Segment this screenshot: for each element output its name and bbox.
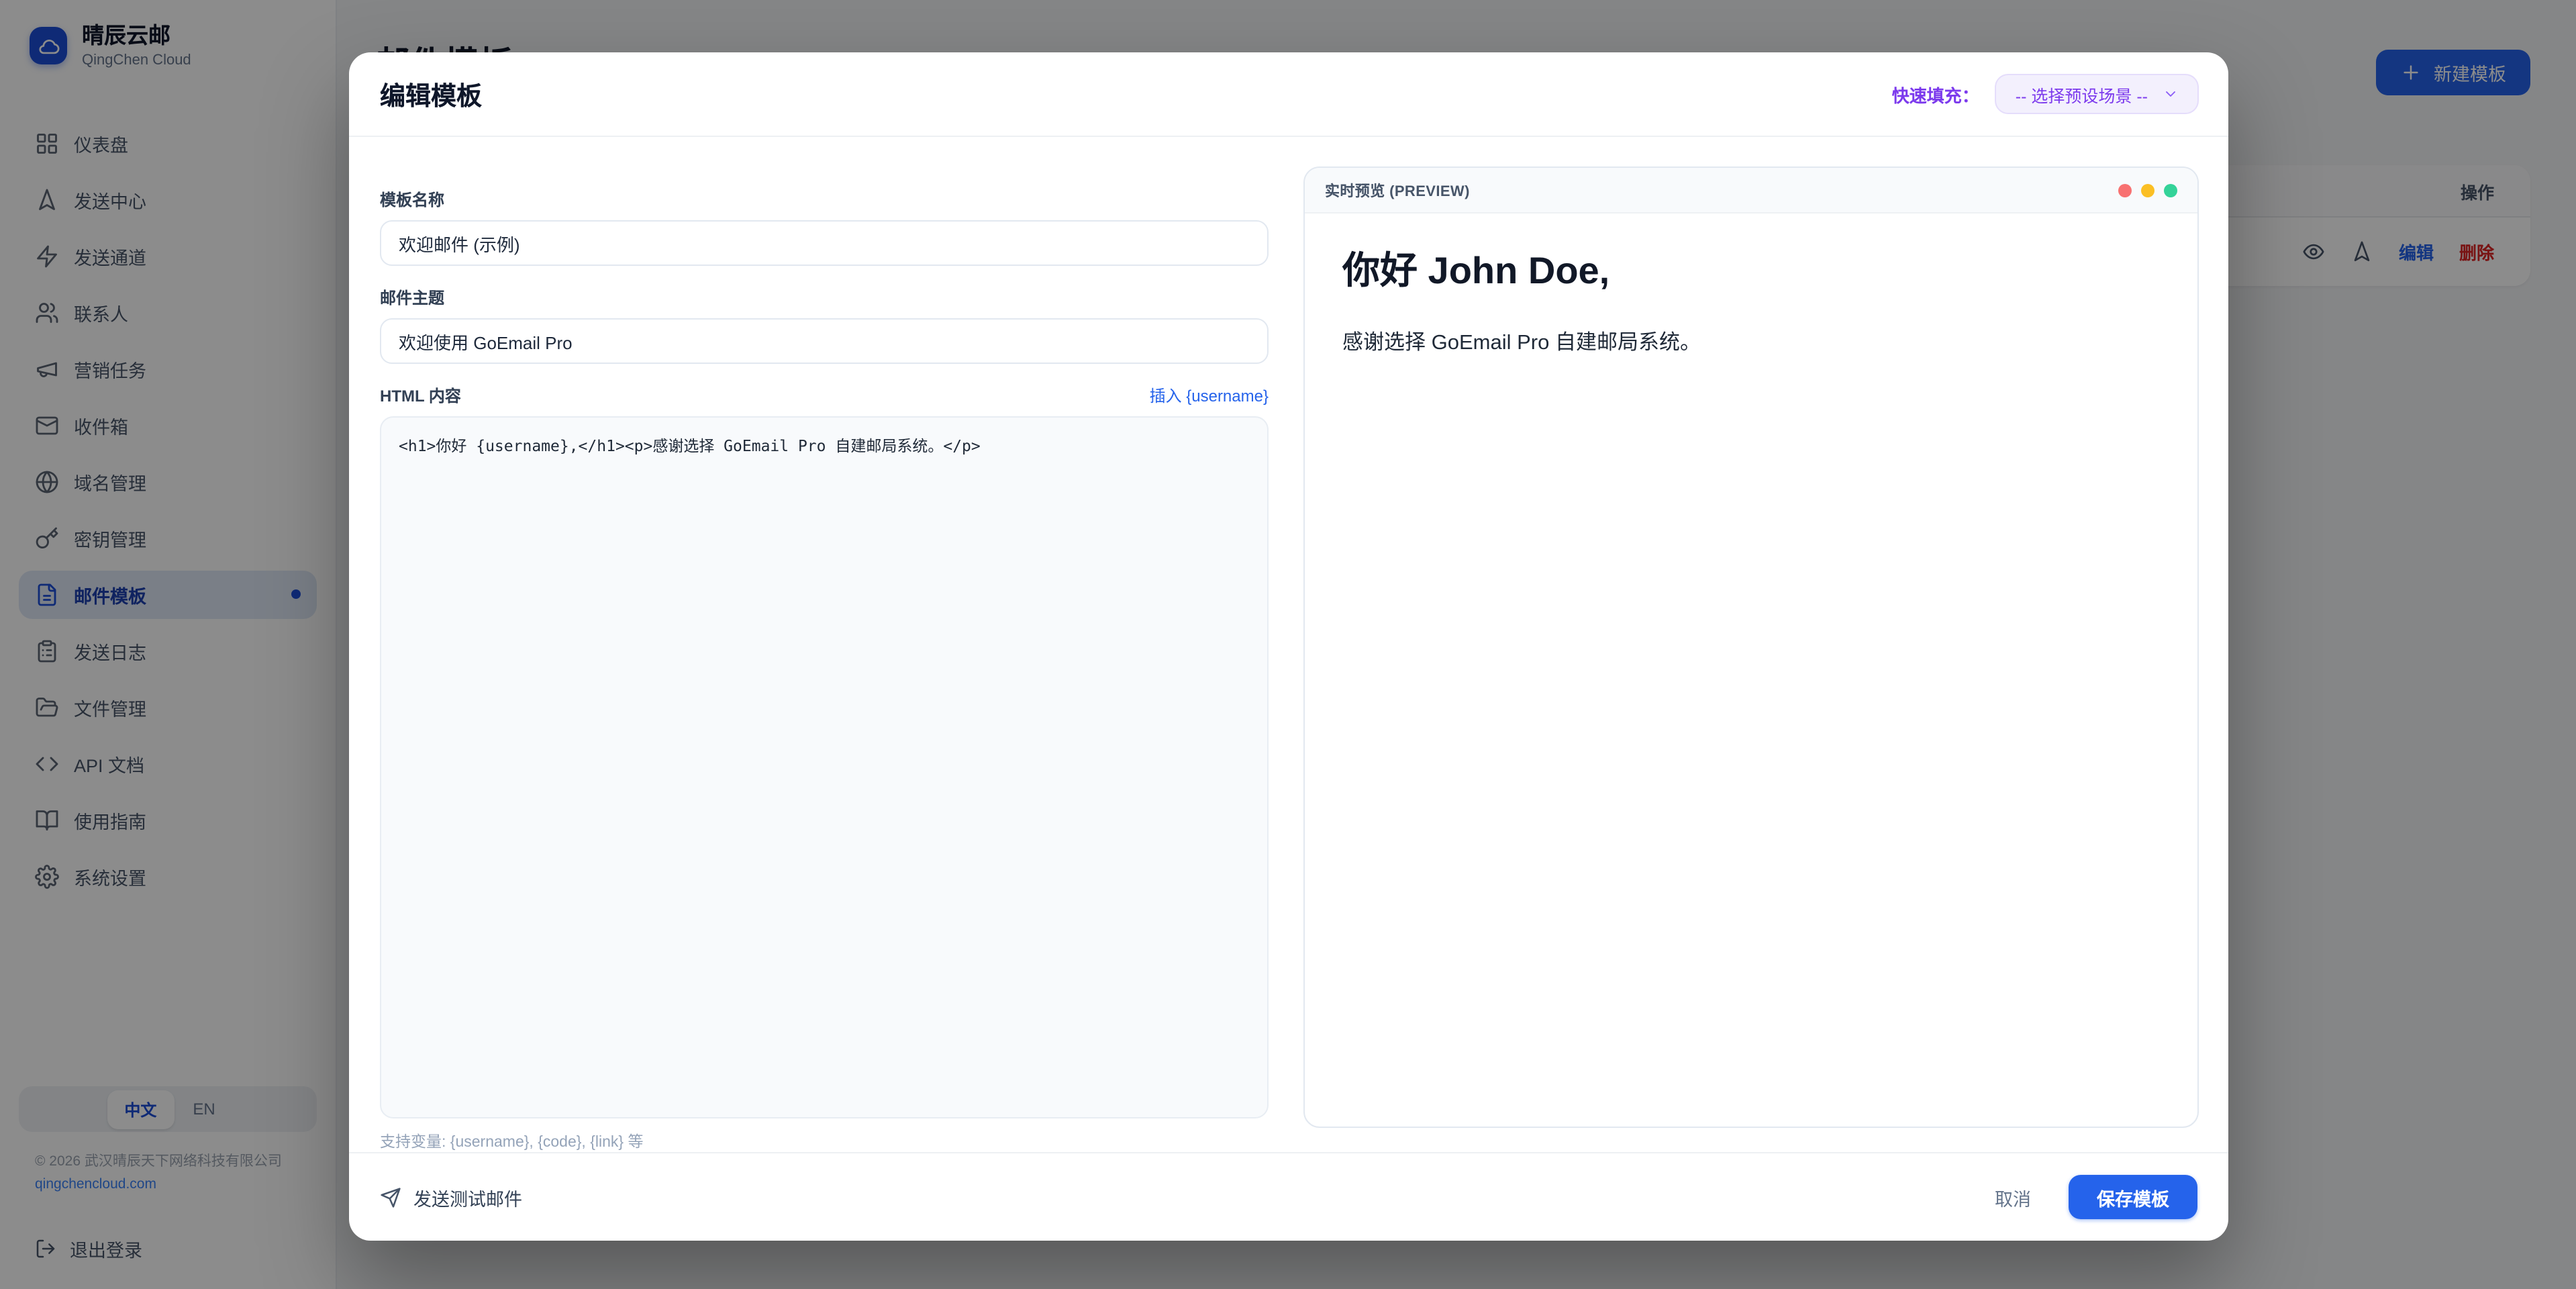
yellow-dot-icon — [2141, 183, 2154, 197]
cancel-button[interactable]: 取消 — [1995, 1184, 2031, 1210]
preview-body: 你好 John Doe, 感谢选择 GoEmail Pro 自建邮局系统。 — [1305, 213, 2197, 389]
html-content-row: HTML 内容 插入 {username} — [380, 384, 1269, 407]
modal-body: 模板名称 邮件主题 HTML 内容 插入 {username} <h1>你好 {… — [349, 137, 2228, 1152]
quick-fill-group: 快速填充： -- 选择预设场景 -- — [1892, 74, 2199, 114]
modal-title: 编辑模板 — [380, 76, 482, 112]
traffic-lights — [2118, 183, 2177, 197]
preview-column: 实时预览 (PREVIEW) 你好 John Doe, 感谢选择 GoEmail… — [1303, 166, 2199, 1152]
footer-actions: 取消 保存模板 — [1995, 1175, 2197, 1219]
send-test-label: 发送测试邮件 — [413, 1184, 522, 1210]
preview-paragraph: 感谢选择 GoEmail Pro 自建邮局系统。 — [1342, 326, 2160, 356]
template-name-label: 模板名称 — [380, 188, 1269, 211]
chevron-down-icon — [2163, 86, 2179, 102]
template-form: 模板名称 邮件主题 HTML 内容 插入 {username} <h1>你好 {… — [380, 166, 1269, 1152]
app-root: 晴辰云邮 QingChen Cloud 仪表盘 发送中心 发送通道 联系人 — [0, 0, 2576, 1289]
red-dot-icon — [2118, 183, 2132, 197]
edit-template-modal: 编辑模板 快速填充： -- 选择预设场景 -- 模板名称 邮件主题 — [349, 52, 2228, 1241]
preview-header-label: 实时预览 (PREVIEW) — [1325, 179, 1470, 201]
modal-header: 编辑模板 快速填充： -- 选择预设场景 -- — [349, 52, 2228, 137]
template-name-input[interactable] — [380, 220, 1269, 266]
quick-fill-label: 快速填充： — [1892, 81, 1979, 107]
send-test-button[interactable]: 发送测试邮件 — [380, 1184, 522, 1210]
subject-input[interactable] — [380, 318, 1269, 364]
preview-header: 实时预览 (PREVIEW) — [1305, 168, 2197, 213]
preview-heading: 你好 John Doe, — [1342, 247, 2160, 294]
preview-panel: 实时预览 (PREVIEW) 你好 John Doe, 感谢选择 GoEmail… — [1303, 166, 2199, 1128]
html-content-label: HTML 内容 — [380, 384, 461, 407]
variables-hint: 支持变量: {username}, {code}, {link} 等 — [380, 1131, 1269, 1152]
preset-select-value: -- 选择预设场景 -- — [2016, 81, 2148, 107]
save-template-button[interactable]: 保存模板 — [2069, 1175, 2197, 1219]
insert-username-link[interactable]: 插入 {username} — [1150, 384, 1269, 407]
subject-label: 邮件主题 — [380, 286, 1269, 309]
green-dot-icon — [2164, 183, 2177, 197]
send-icon — [380, 1186, 401, 1208]
preset-scenario-select[interactable]: -- 选择预设场景 -- — [1995, 74, 2199, 114]
modal-footer: 发送测试邮件 取消 保存模板 — [349, 1152, 2228, 1241]
html-editor-textarea[interactable]: <h1>你好 {username},</h1><p>感谢选择 GoEmail P… — [380, 416, 1269, 1118]
